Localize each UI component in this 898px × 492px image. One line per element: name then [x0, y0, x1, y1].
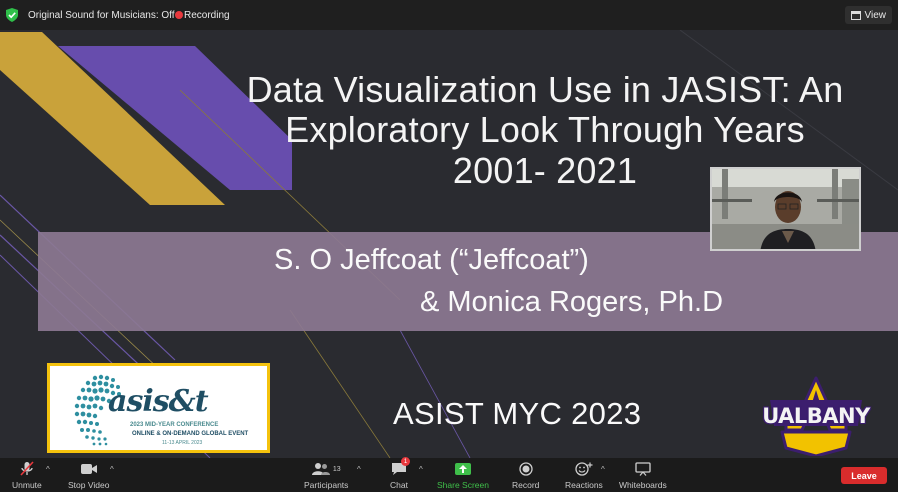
muted-microphone-icon: [20, 461, 34, 476]
share-screen-button[interactable]: Share Screen: [437, 460, 489, 490]
record-icon: [519, 462, 533, 476]
conference-name: ASIST MYC 2023: [393, 396, 642, 431]
video-camera-icon: [80, 464, 97, 474]
title-line-1: Data Visualization Use in JASIST: An: [246, 69, 844, 110]
chat-options-caret-icon[interactable]: ^: [419, 465, 423, 474]
participants-icon: [311, 463, 330, 475]
video-options-caret-icon[interactable]: ^: [110, 465, 114, 474]
title-line-2: Exploratory Look Through Years: [285, 109, 805, 151]
asist-date-line: 11-13 APRIL 2023: [162, 440, 203, 446]
view-button[interactable]: View: [844, 6, 892, 24]
participants-button[interactable]: 13 Participants: [304, 460, 348, 490]
unmute-button[interactable]: Unmute: [12, 460, 42, 490]
shared-slide: Data Visualization Use in JASIST: An Exp…: [0, 30, 898, 458]
participants-options-caret-icon[interactable]: ^: [357, 465, 361, 474]
stop-video-label: Stop Video: [68, 480, 110, 490]
share-screen-icon: [454, 463, 471, 475]
chat-label: Chat: [390, 480, 408, 490]
original-sound-status[interactable]: Original Sound for Musicians: Off: [28, 10, 175, 21]
whiteboards-label: Whiteboards: [619, 480, 667, 490]
record-label: Record: [512, 480, 540, 490]
stop-video-button[interactable]: Stop Video: [68, 460, 109, 490]
speaker-image: [712, 169, 859, 249]
chat-badge: 1: [400, 457, 410, 466]
view-grid-icon: [850, 10, 861, 20]
whiteboards-button[interactable]: Whiteboards: [619, 460, 667, 490]
audio-options-caret-icon[interactable]: ^: [46, 465, 50, 474]
meeting-toolbar: Unmute ^ Stop Video ^ 13 Participants ^ …: [0, 457, 898, 492]
ualbany-wordmark: UALBANY: [762, 404, 870, 428]
view-label: View: [864, 9, 887, 21]
participants-label: Participants: [304, 480, 349, 490]
unmute-label: Unmute: [12, 480, 42, 490]
leave-button[interactable]: Leave: [841, 467, 887, 484]
zoom-window: Original Sound for Musicians: Off Record…: [0, 0, 898, 492]
record-button[interactable]: Record: [512, 460, 539, 490]
asist-brand: asis&t: [108, 384, 209, 419]
reactions-label: Reactions: [565, 480, 603, 490]
recording-dot-icon: [175, 11, 183, 19]
asist-conference-line: 2023 MID-YEAR CONFERENCE: [130, 422, 219, 428]
author-primary: S. O Jeffcoat (“Jeffcoat”): [274, 244, 589, 276]
chat-button[interactable]: 1 Chat: [390, 457, 410, 490]
recording-status[interactable]: Recording: [184, 10, 230, 21]
asist-event-line: ONLINE & ON-DEMAND GLOBAL EVENT: [132, 431, 249, 437]
ualbany-logo: UALBANY: [762, 376, 870, 458]
speaker-video-tile[interactable]: [710, 167, 861, 251]
participant-count: 13: [332, 465, 341, 473]
share-screen-label: Share Screen: [437, 480, 489, 490]
shield-icon[interactable]: [6, 8, 18, 22]
meeting-top-bar: Original Sound for Musicians: Off Record…: [0, 0, 898, 30]
whiteboard-icon: [635, 462, 651, 476]
reactions-options-caret-icon[interactable]: ^: [601, 465, 605, 474]
author-secondary: & Monica Rogers, Ph.D: [420, 286, 724, 318]
smiley-plus-icon: [575, 462, 593, 476]
asist-logo: asis&t 2023 MID-YEAR CONFERENCE ONLINE &…: [47, 363, 270, 453]
reactions-button[interactable]: Reactions: [565, 460, 603, 490]
